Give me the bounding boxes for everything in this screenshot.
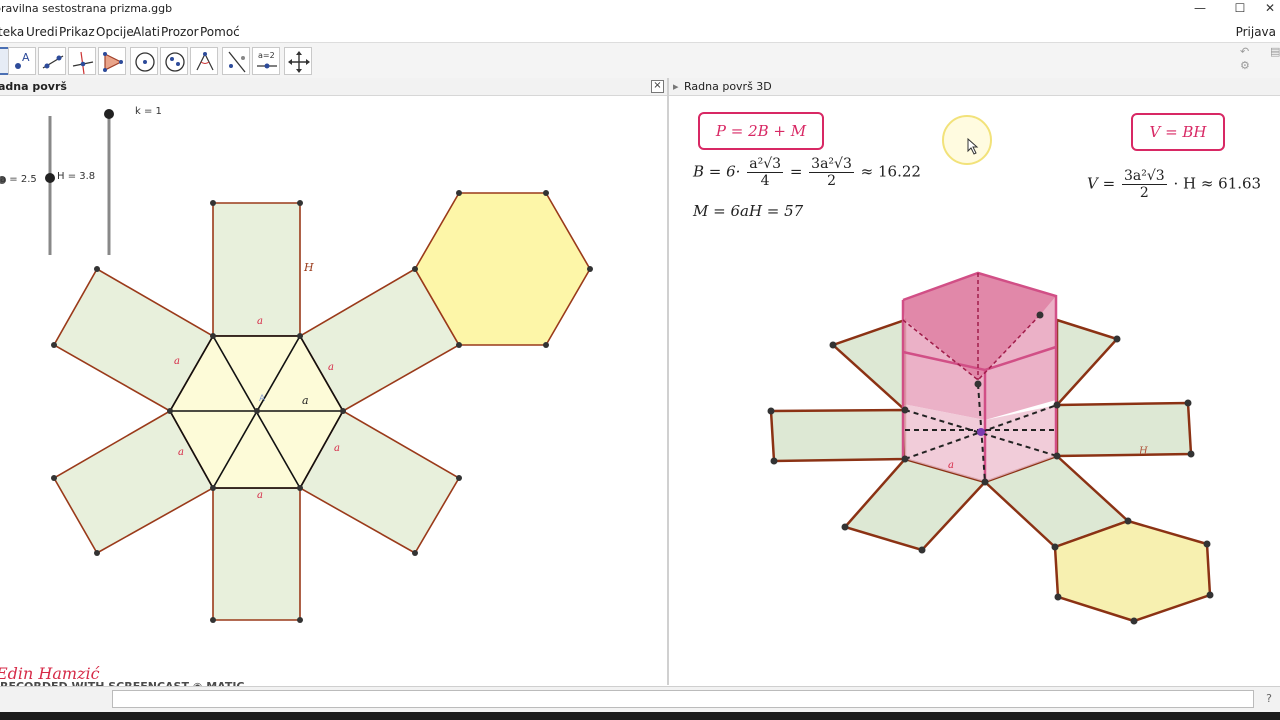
label-a-bottom: a xyxy=(257,490,263,501)
line-tool-button[interactable] xyxy=(38,47,66,75)
face-3d-back-left xyxy=(830,318,907,413)
perpendicular-tool-button[interactable] xyxy=(68,47,96,75)
3d-view-title: Radna površ 3D xyxy=(684,80,772,93)
face-3d-back-right xyxy=(1055,318,1120,409)
angle-tool-button[interactable] xyxy=(190,47,218,75)
title-bar: pravilna sestostrana prizma.ggb — ☐ ✕ xyxy=(0,0,1280,22)
circle-icon xyxy=(135,52,155,72)
slider-H-handle[interactable] xyxy=(45,173,55,183)
ellipse-tool-button[interactable] xyxy=(160,47,188,75)
expand-arrow-icon[interactable]: ▸ xyxy=(673,80,679,93)
input-bar: ? xyxy=(0,686,1280,713)
polygon-tool-button[interactable] xyxy=(98,47,126,75)
net-2d-canvas xyxy=(0,109,593,623)
graphics-view-header: adna površ × xyxy=(0,78,667,96)
window-title: pravilna sestostrana prizma.ggb xyxy=(0,2,173,15)
input-field[interactable] xyxy=(112,690,1254,708)
menu-help[interactable]: Pomoć xyxy=(200,25,240,39)
settings-icon[interactable]: ⚙ xyxy=(1240,59,1250,72)
graphics-3d-view[interactable]: P = 2B + M V = BH B = 6· a²√3 4 = 3a²√3 … xyxy=(669,96,1280,685)
menu-options[interactable]: Opcije xyxy=(96,25,134,39)
line-icon xyxy=(42,55,64,69)
label-a-center: a xyxy=(302,394,309,407)
slider-k-handle[interactable] xyxy=(104,109,114,119)
move-view-tool-button[interactable] xyxy=(284,47,312,75)
help-icon[interactable]: ? xyxy=(1266,692,1272,705)
menu-tools[interactable]: Alati xyxy=(133,25,160,39)
slider-tool-button[interactable]: a=2 xyxy=(252,47,280,75)
label-a-lower-right: a xyxy=(334,443,340,454)
point-icon: A xyxy=(15,51,30,69)
menu-edit[interactable]: Uredi xyxy=(26,25,58,39)
minimize-button[interactable]: — xyxy=(1180,0,1220,22)
label-center-point: A xyxy=(259,394,266,404)
graphics-view[interactable]: a = 2.5 H = 3.8 k = 1 H a a a a a a a A xyxy=(0,96,667,685)
toolbar: A a=2 ↶ ⚙ ▤ xyxy=(0,42,1280,80)
menu-file[interactable]: teka xyxy=(0,25,24,39)
collapse-icon[interactable]: ▤ xyxy=(1270,45,1280,58)
3d-view-header: ▸ Radna površ 3D xyxy=(669,78,1280,96)
circle-tool-button[interactable] xyxy=(130,47,158,75)
taskbar xyxy=(0,712,1280,720)
label-a-upper-right: a xyxy=(328,362,334,373)
signin-link[interactable]: Prijava xyxy=(1236,25,1276,39)
close-view-icon[interactable]: × xyxy=(651,80,664,93)
label-3d-a: a xyxy=(948,460,954,471)
close-button[interactable]: ✕ xyxy=(1250,0,1280,22)
menu-bar: teka Uredi Prikaz Opcije Alati Prozor Po… xyxy=(0,22,1280,42)
angle-icon xyxy=(196,52,214,71)
menu-window[interactable]: Prozor xyxy=(161,25,199,39)
slider-a-label: a = 2.5 xyxy=(0,174,37,185)
prism-solid xyxy=(901,271,1058,483)
prism-3d-canvas xyxy=(767,271,1214,625)
reflect-icon xyxy=(228,51,246,73)
slider-tool-label: a=2 xyxy=(258,51,275,60)
ellipse-icon xyxy=(165,52,185,72)
lateral-face-bottom xyxy=(212,487,301,621)
label-3d-H: H xyxy=(1139,446,1148,457)
slider-k-label: k = 1 xyxy=(135,106,162,117)
menu-view[interactable]: Prikaz xyxy=(59,25,95,39)
undo-icon[interactable]: ↶ xyxy=(1240,45,1249,58)
perpendicular-icon xyxy=(72,51,94,75)
label-a-lower-left: a xyxy=(178,447,184,458)
polygon-icon xyxy=(103,52,123,72)
label-a-upper-left: a xyxy=(174,356,180,367)
svg-text:A: A xyxy=(22,51,30,64)
label-a-top: a xyxy=(257,316,263,327)
label-H: H xyxy=(304,261,314,274)
slider-H-label: H = 3.8 xyxy=(57,171,96,182)
move-view-icon xyxy=(288,51,310,73)
face-3d-left xyxy=(769,408,907,463)
face-3d-right xyxy=(1055,401,1193,458)
reflect-tool-button[interactable] xyxy=(222,47,250,75)
point-tool-button[interactable]: A xyxy=(8,47,36,75)
graphics-view-title: adna površ xyxy=(0,80,67,93)
